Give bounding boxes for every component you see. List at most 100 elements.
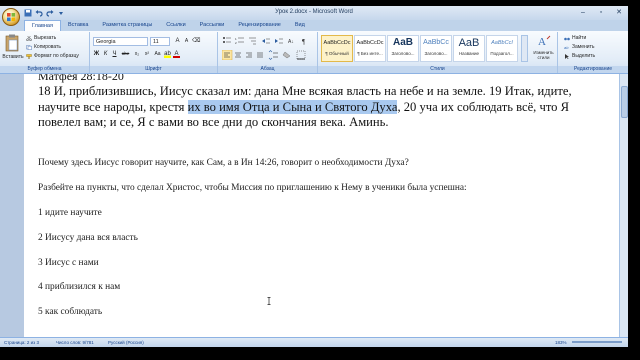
bullets-icon[interactable] [223, 37, 231, 43]
office-button[interactable] [2, 8, 20, 26]
borders-icon[interactable] [296, 50, 306, 60]
paragraph-group: 12 A↓ ¶ Абзац [218, 32, 318, 73]
office-logo-icon [7, 13, 16, 22]
align-right-icon[interactable] [246, 52, 252, 58]
tab-page-layout[interactable]: Разметка страницы [95, 20, 159, 31]
style-subtitle[interactable]: AaBbCcI Подзагол... [486, 35, 518, 62]
style-title[interactable]: AaB Название [453, 35, 485, 62]
find-button[interactable]: Найти [564, 35, 586, 41]
italic-button[interactable]: К [102, 50, 109, 58]
font-size-combo[interactable]: 11 [150, 37, 170, 46]
list-item[interactable]: 5 как соблюдать [38, 307, 102, 317]
font-color-icon[interactable]: A [173, 50, 180, 58]
list-item[interactable]: 1 идите научите [38, 208, 102, 218]
cut-button[interactable]: Вырезать [26, 35, 56, 41]
superscript-button[interactable]: x² [143, 50, 151, 58]
subscript-button[interactable]: x₂ [133, 50, 141, 58]
styles-scroll[interactable] [521, 35, 528, 62]
change-styles-label: Изменить стили [533, 50, 554, 60]
document-page[interactable]: Матфея 28:18-20 18 И, приблизившись, Иис… [24, 74, 619, 337]
style-sample: AaBbCcDc [323, 40, 351, 46]
numbering-icon[interactable]: 12 [235, 37, 244, 45]
decrease-indent-icon[interactable] [262, 38, 270, 44]
list-item[interactable]: 3 Иисус с нами [38, 258, 99, 268]
select-arrow-icon [564, 53, 570, 59]
underline-button[interactable]: Ч [111, 50, 118, 58]
close-button[interactable]: ✕ [614, 8, 624, 17]
text-cursor-icon [267, 297, 271, 305]
change-styles-icon: A [538, 35, 550, 48]
style-sample: AaB [392, 37, 413, 48]
tab-insert[interactable]: Вставка [61, 20, 95, 31]
word-window: Урок 2.docx - Microsoft Word – ▫ ✕ Главн… [0, 0, 640, 360]
font-family-combo[interactable]: Georgia [93, 37, 148, 46]
scripture-paragraph[interactable]: 18 И, приблизившись, Иисус сказал им: да… [38, 84, 593, 131]
status-bar: Страница: 2 из 3 Число слов: 9/781 Русск… [0, 337, 628, 347]
maximize-button[interactable]: ▫ [596, 8, 606, 17]
paintbrush-icon [26, 53, 32, 59]
highlight-icon[interactable]: ab [164, 50, 171, 58]
editing-group-label: Редактирование [558, 66, 628, 73]
replace-button[interactable]: ab Заменить [564, 44, 594, 50]
task-paragraph[interactable]: Разбейте на пункты, что сделал Христос, … [38, 183, 467, 193]
title-bar: Урок 2.docx - Microsoft Word – ▫ ✕ [0, 6, 628, 26]
grow-font-icon[interactable]: A [174, 37, 181, 45]
align-left-icon[interactable] [221, 49, 233, 61]
svg-text:¶: ¶ [302, 38, 306, 46]
list-item[interactable]: 2 Иисусу дана вся власть [38, 233, 138, 243]
replace-label: Заменить [572, 44, 595, 50]
list-item[interactable]: 4 приблизился к нам [38, 282, 120, 292]
multilevel-list-icon[interactable] [249, 37, 256, 45]
vertical-scrollbar[interactable] [619, 74, 628, 337]
style-normal[interactable]: AaBbCcDc ¶ Обычный [321, 35, 353, 62]
alignment-buttons [221, 49, 314, 62]
tab-mailings[interactable]: Рассылки [193, 20, 232, 31]
minimize-button[interactable]: – [578, 8, 588, 17]
format-painter-button[interactable]: Формат по образцу [26, 53, 79, 59]
shrink-font-icon[interactable]: A [183, 37, 190, 45]
justify-icon[interactable] [257, 52, 263, 58]
copy-label: Копировать [34, 44, 61, 50]
paste-icon[interactable] [5, 34, 19, 52]
change-case-button[interactable]: Aa [153, 50, 162, 58]
page-indicator[interactable]: Страница: 2 из 3 [4, 340, 39, 345]
style-heading-2[interactable]: AaBbCc Заголово... [420, 35, 452, 62]
tab-home[interactable]: Главная [24, 20, 61, 31]
paste-button-label[interactable]: Вставить [2, 54, 24, 60]
show-marks-icon[interactable]: ¶ [302, 38, 306, 46]
document-margin [0, 74, 24, 337]
tab-view[interactable]: Вид [288, 20, 312, 31]
question-paragraph[interactable]: Почему здесь Иисус говорит научите, как … [38, 158, 409, 168]
style-name: Подзагол... [490, 51, 514, 56]
sort-icon[interactable]: A↓ [288, 39, 294, 45]
select-button[interactable]: Выделить [564, 53, 595, 59]
binoculars-icon [564, 36, 570, 41]
style-no-spacing[interactable]: AaBbCcDc ¶ Без инте... [354, 35, 386, 62]
selected-text[interactable]: их во имя Отца и Сына и Святого Духа [187, 99, 398, 114]
language-indicator[interactable]: Русский (Россия) [108, 340, 144, 345]
copy-button[interactable]: Копировать [26, 44, 61, 50]
clipboard-group-label: Буфер обмена [0, 66, 89, 73]
font-format-buttons: Ж К Ч abe x₂ x² Aa ab A [93, 50, 180, 58]
scrollbar-thumb[interactable] [621, 86, 628, 118]
svg-text:2: 2 [235, 41, 237, 45]
style-name: ¶ Без инте... [357, 51, 383, 56]
style-name: ¶ Обычный [325, 51, 349, 56]
word-count[interactable]: Число слов: 9/781 [56, 340, 94, 345]
tab-review[interactable]: Рецензирование [231, 20, 287, 31]
shading-icon[interactable] [282, 51, 291, 59]
change-styles-button[interactable]: A Изменить стили [531, 34, 556, 60]
tab-references[interactable]: Ссылки [159, 20, 192, 31]
zoom-level[interactable]: 183% [555, 340, 567, 345]
zoom-slider[interactable] [572, 341, 622, 343]
align-center-icon[interactable] [235, 52, 241, 58]
clear-format-icon[interactable]: ⌫ [192, 37, 200, 45]
line-spacing-icon[interactable] [268, 50, 278, 60]
strikethrough-button[interactable]: abe [120, 50, 131, 58]
editing-group: Найти ab Заменить Выделить Редактировани… [558, 32, 628, 73]
style-heading-1[interactable]: AaB Заголово... [387, 35, 419, 62]
increase-indent-icon[interactable] [275, 38, 283, 44]
bold-button[interactable]: Ж [93, 50, 100, 58]
window-title: Урок 2.docx - Microsoft Word [275, 9, 353, 15]
list-buttons: 12 A↓ ¶ [222, 36, 314, 48]
